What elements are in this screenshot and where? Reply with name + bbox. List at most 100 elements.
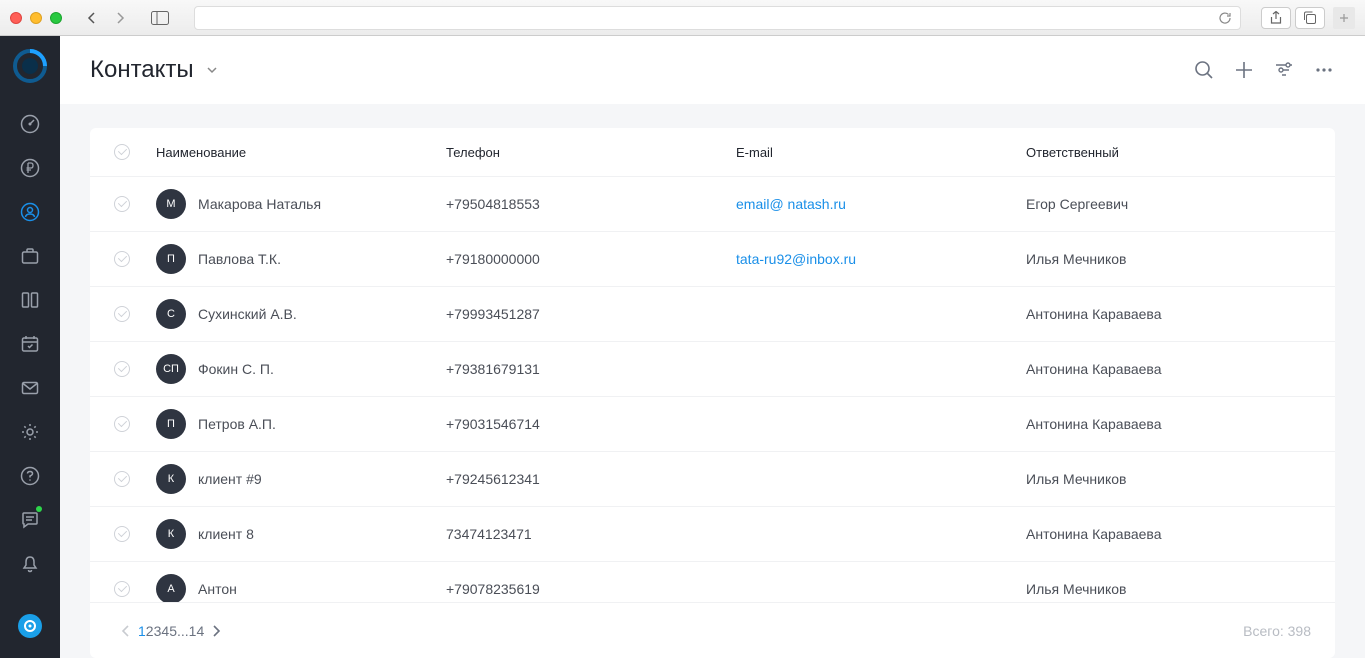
page-title: Контакты (90, 56, 194, 84)
contact-name[interactable]: клиент 8 (198, 526, 254, 542)
page-number[interactable]: 5 (169, 623, 177, 639)
check-icon (114, 361, 130, 377)
table-row[interactable]: К клиент #9 +79245612341 Илья Мечников (90, 452, 1335, 507)
contact-phone[interactable]: +79504818553 (434, 177, 724, 232)
tabs-button[interactable] (1295, 7, 1325, 29)
table-row[interactable]: П Петров А.П. +79031546714 Антонина Кара… (90, 397, 1335, 452)
contact-name[interactable]: Павлова Т.К. (198, 251, 281, 267)
sidebar-item-mail[interactable] (10, 368, 50, 408)
browser-back-button[interactable] (78, 7, 106, 29)
row-name-cell: М Макарова Наталья (144, 177, 434, 232)
sidebar-item-notifications[interactable] (10, 544, 50, 584)
browser-sidebar-toggle[interactable] (146, 7, 174, 29)
row-name-cell: П Павлова Т.К. (144, 232, 434, 287)
row-check-cell[interactable] (90, 452, 144, 507)
briefcase-icon (20, 246, 40, 266)
page-next[interactable] (204, 625, 228, 637)
new-tab-button[interactable] (1333, 7, 1355, 29)
contact-phone[interactable]: +79993451287 (434, 287, 724, 342)
table-row[interactable]: М Макарова Наталья +79504818553 email@ n… (90, 177, 1335, 232)
page-number[interactable]: 1 (138, 623, 146, 639)
columns-icon (20, 290, 40, 310)
contact-owner: Егор Сергеевич (1014, 177, 1335, 232)
page-prev[interactable] (114, 625, 138, 637)
row-check-cell[interactable] (90, 342, 144, 397)
add-button[interactable] (1233, 59, 1255, 81)
app-logo[interactable] (12, 48, 48, 84)
contact-name[interactable]: Сухинский А.В. (198, 306, 297, 322)
row-check-cell[interactable] (90, 562, 144, 603)
sidebar-item-finance[interactable] (10, 148, 50, 188)
help-icon (20, 466, 40, 486)
page-title-wrapper[interactable]: Контакты (90, 56, 218, 84)
window-minimize-button[interactable] (30, 12, 42, 24)
more-button[interactable] (1313, 59, 1335, 81)
sidebar-item-help[interactable] (10, 456, 50, 496)
browser-right-actions (1261, 7, 1355, 29)
sidebar-item-settings[interactable] (10, 412, 50, 452)
check-icon (114, 471, 130, 487)
contact-phone[interactable]: +79245612341 (434, 452, 724, 507)
contact-phone[interactable]: +79031546714 (434, 397, 724, 452)
column-header-name[interactable]: Наименование (144, 128, 434, 177)
row-check-cell[interactable] (90, 177, 144, 232)
browser-forward-button[interactable] (106, 7, 134, 29)
row-check-cell[interactable] (90, 287, 144, 342)
sidebar-item-kanban[interactable] (10, 280, 50, 320)
window-close-button[interactable] (10, 12, 22, 24)
contact-owner: Илья Мечников (1014, 232, 1335, 287)
search-button[interactable] (1193, 59, 1215, 81)
row-check-cell[interactable] (90, 507, 144, 562)
sidebar-item-dashboard[interactable] (10, 104, 50, 144)
sidebar-item-deals[interactable] (10, 236, 50, 276)
sidebar-item-chat[interactable] (10, 500, 50, 540)
contact-phone[interactable]: 73474123471 (434, 507, 724, 562)
column-header-email[interactable]: E-mail (724, 128, 1014, 177)
bell-icon (20, 554, 40, 574)
row-email-cell (724, 507, 1014, 562)
page-number[interactable]: 14 (189, 623, 205, 639)
reload-icon[interactable] (1218, 11, 1232, 25)
window-maximize-button[interactable] (50, 12, 62, 24)
table-row[interactable]: К клиент 8 73474123471 Антонина Караваев… (90, 507, 1335, 562)
check-icon (114, 196, 130, 212)
table-row[interactable]: П Павлова Т.К. +79180000000 tata-ru92@in… (90, 232, 1335, 287)
row-email-cell (724, 452, 1014, 507)
column-header-owner[interactable]: Ответственный (1014, 128, 1335, 177)
table-row[interactable]: СП Фокин С. П. +79381679131 Антонина Кар… (90, 342, 1335, 397)
contact-email[interactable]: email@ natash.ru (736, 196, 846, 212)
row-email-cell (724, 287, 1014, 342)
table-container[interactable]: Наименование Телефон E-mail Ответственны… (90, 128, 1335, 602)
contact-phone[interactable]: +79381679131 (434, 342, 724, 397)
column-header-phone[interactable]: Телефон (434, 128, 724, 177)
sidebar-item-target[interactable] (10, 606, 50, 646)
row-check-cell[interactable] (90, 397, 144, 452)
contact-name[interactable]: Антон (198, 581, 237, 597)
contact-phone[interactable]: +79180000000 (434, 232, 724, 287)
browser-url-bar[interactable] (194, 6, 1241, 30)
avatar: С (156, 299, 186, 329)
contact-name[interactable]: клиент #9 (198, 471, 262, 487)
contact-name[interactable]: Фокин С. П. (198, 361, 274, 377)
contact-email[interactable]: tata-ru92@inbox.ru (736, 251, 856, 267)
contact-name[interactable]: Макарова Наталья (198, 196, 321, 212)
row-check-cell[interactable] (90, 232, 144, 287)
page-number[interactable]: 2 (146, 623, 154, 639)
contact-phone[interactable]: +79078235619 (434, 562, 724, 603)
column-header-check[interactable] (90, 128, 144, 177)
nav-buttons (78, 7, 134, 29)
ruble-icon (20, 158, 40, 178)
gauge-icon (20, 114, 40, 134)
header-actions (1193, 59, 1335, 81)
share-button[interactable] (1261, 7, 1291, 29)
contacts-card: Наименование Телефон E-mail Ответственны… (90, 128, 1335, 658)
sidebar-item-contacts[interactable] (10, 192, 50, 232)
contact-name[interactable]: Петров А.П. (198, 416, 276, 432)
table-row[interactable]: С Сухинский А.В. +79993451287 Антонина К… (90, 287, 1335, 342)
contact-owner: Илья Мечников (1014, 452, 1335, 507)
filter-button[interactable] (1273, 59, 1295, 81)
chevron-left-icon (121, 625, 131, 637)
sidebar-item-calendar[interactable] (10, 324, 50, 364)
table-row[interactable]: А Антон +79078235619 Илья Мечников (90, 562, 1335, 603)
contact-owner: Антонина Караваева (1014, 287, 1335, 342)
